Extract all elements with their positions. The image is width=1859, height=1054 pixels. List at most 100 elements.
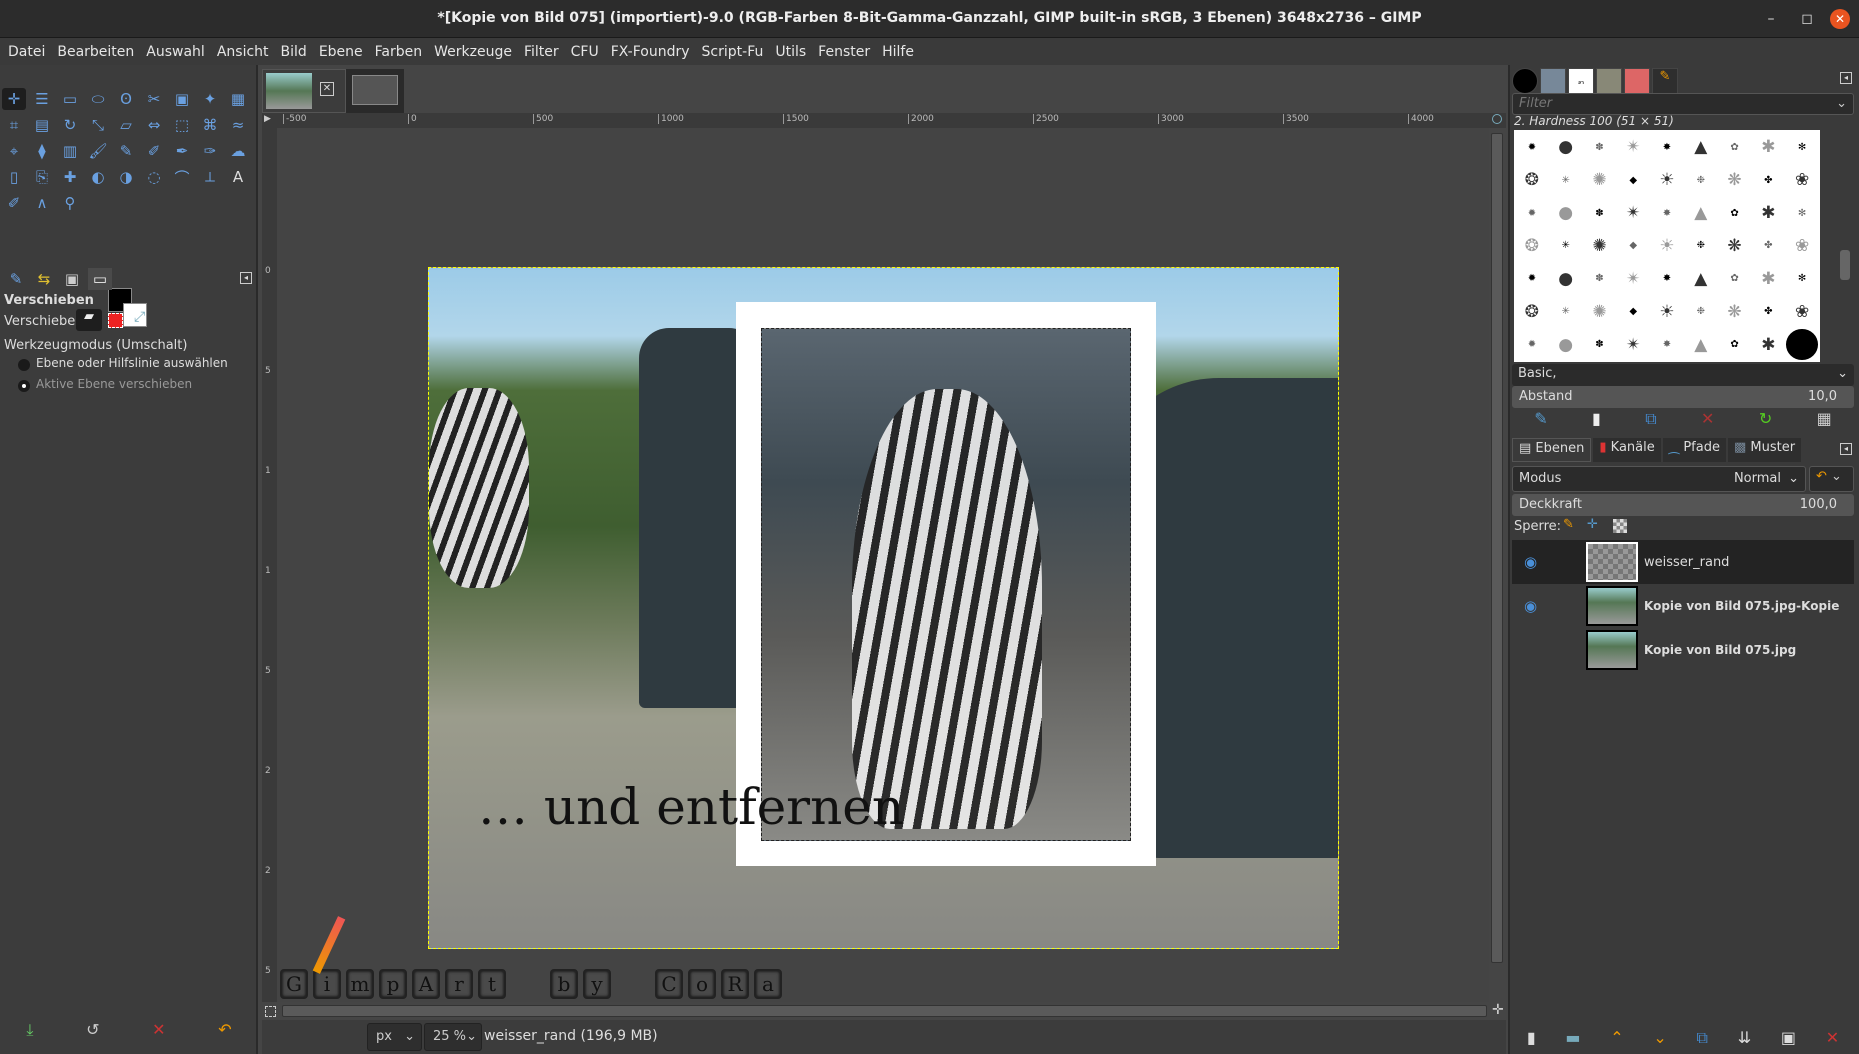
brush-preset[interactable]: ❀	[1786, 230, 1818, 262]
brushes-tab-icon[interactable]	[1512, 68, 1538, 94]
refresh-brushes-icon[interactable]: ↻	[1759, 409, 1772, 429]
lock-alpha-icon[interactable]	[1613, 519, 1627, 533]
ellipse-select-tool-icon[interactable]: ⬭	[86, 88, 110, 110]
menu-ansicht[interactable]: Ansicht	[217, 44, 269, 60]
menu-farben[interactable]: Farben	[375, 44, 422, 60]
measure-tool-icon[interactable]: ⟂	[198, 166, 222, 188]
dodge-tool-icon[interactable]: ◑	[114, 166, 138, 188]
brush-preset[interactable]: ●	[1549, 132, 1582, 163]
patterns-tab-icon[interactable]	[1540, 68, 1566, 94]
open-brush-as-image-icon[interactable]: ▦	[1817, 409, 1832, 429]
maximize-button[interactable]: ◻	[1797, 9, 1817, 29]
brush-preset[interactable]: ❋	[1718, 296, 1751, 328]
blur-tool-icon[interactable]: ◌	[142, 166, 166, 188]
gradients-tab-icon[interactable]	[1596, 68, 1622, 94]
align-tool-icon[interactable]: ☰	[30, 88, 54, 110]
color-select-tool-icon[interactable]: ▦	[226, 88, 250, 110]
zoom-select[interactable]: 25 % ⌄	[424, 1023, 482, 1051]
raise-layer-icon[interactable]: ⌃	[1610, 1028, 1623, 1048]
composite-mode-select[interactable]: ↶ ⌄	[1809, 466, 1854, 492]
brush-preset[interactable]: ◆	[1617, 164, 1650, 196]
fonts-tab-icon[interactable]: ᆰ	[1568, 68, 1594, 94]
brush-preset[interactable]: ✸	[1651, 197, 1683, 229]
navigate-icon[interactable]: ✛	[1492, 1002, 1504, 1018]
lock-pixels-icon[interactable]: ✎	[1563, 517, 1574, 532]
brush-preset[interactable]: ▲	[1684, 132, 1717, 163]
brush-preset[interactable]: ❀	[1786, 164, 1818, 196]
layer-name[interactable]: Kopie von Bild 075.jpg	[1644, 643, 1796, 657]
airbrush-tool-icon[interactable]: ✐	[142, 140, 166, 162]
brush-preset[interactable]: ✴	[1617, 329, 1650, 360]
brush-preset[interactable]: ☀	[1651, 230, 1683, 262]
brush-preset[interactable]: ✽	[1583, 132, 1616, 163]
brush-grid-scrollbar[interactable]	[1840, 250, 1850, 280]
lock-position-icon[interactable]: ✛	[1587, 517, 1598, 532]
menu-script-fu[interactable]: Script-Fu	[702, 44, 764, 60]
horizontal-scrollbar[interactable]	[282, 1005, 1487, 1017]
brush-preset[interactable]: ✴	[1617, 132, 1650, 163]
opacity-slider[interactable]: Deckkraft 100,0	[1512, 494, 1854, 516]
edit-brush-icon[interactable]: ✎	[1534, 409, 1547, 429]
layer-name[interactable]: weisser_rand	[1644, 555, 1729, 570]
rotate-tool-icon[interactable]: ↻	[58, 114, 82, 136]
brush-preset[interactable]: ✹	[1516, 197, 1548, 229]
brush-preset[interactable]: ✽	[1583, 197, 1616, 229]
duplicate-brush-icon[interactable]: ⧉	[1645, 409, 1656, 429]
zoom-image-when-window-resized-icon[interactable]	[1492, 114, 1502, 124]
tab-pfade[interactable]: ⁔ Pfade	[1662, 438, 1726, 462]
brush-preset[interactable]: ☀	[1651, 296, 1683, 328]
text-tool-icon[interactable]: A	[226, 166, 250, 188]
brush-preset[interactable]: ●	[1549, 329, 1582, 360]
brush-preset[interactable]	[1786, 329, 1818, 360]
brush-preset[interactable]: ✺	[1583, 296, 1616, 328]
brush-preset[interactable]: ●	[1549, 263, 1582, 295]
duplicate-layer-icon[interactable]: ⧉	[1697, 1028, 1708, 1048]
foreground-select-tool-icon[interactable]: ▣	[170, 88, 194, 110]
shear-tool-icon[interactable]: ▱	[114, 114, 138, 136]
bucket-tool-icon[interactable]: ▥	[58, 140, 82, 162]
brush-preset[interactable]: ❉	[1684, 164, 1717, 196]
color-picker-tool-icon[interactable]: ✐	[2, 192, 26, 214]
path-tool-icon[interactable]: ⌒	[170, 166, 194, 188]
layer-name[interactable]: Kopie von Bild 075.jpg-Kopie	[1644, 599, 1839, 613]
delete-brush-icon[interactable]: ✕	[1701, 409, 1714, 429]
zoom-tool-icon[interactable]: ⚲	[58, 192, 82, 214]
menu-fenster[interactable]: Fenster	[818, 44, 870, 60]
menu-auswahl[interactable]: Auswahl	[146, 44, 205, 60]
brush-preset[interactable]: ✴	[1617, 263, 1650, 295]
handle-transform-tool-icon[interactable]: ⌖	[2, 140, 26, 162]
move-path-button[interactable]: ⤢	[134, 309, 145, 325]
image-tab-active[interactable]: ✕	[262, 69, 346, 113]
brush-preset[interactable]: ✿	[1718, 329, 1751, 360]
brush-preset[interactable]: ✳	[1549, 164, 1582, 196]
unit-select[interactable]: px ⌄	[367, 1023, 422, 1051]
brush-preset[interactable]: ✿	[1718, 197, 1751, 229]
brush-preset[interactable]: ✳	[1549, 296, 1582, 328]
radio-pick-layer-label[interactable]: Ebene oder Hilfslinie auswählen	[36, 356, 228, 370]
brush-preset[interactable]: ✤	[1752, 230, 1785, 262]
brush-preset[interactable]: ✸	[1651, 263, 1683, 295]
brush-filter-input[interactable]: Filter ⌄	[1512, 93, 1854, 115]
new-brush-icon[interactable]: ▮	[1592, 409, 1601, 429]
layer-row[interactable]: ◉ Kopie von Bild 075.jpg-Kopie	[1512, 584, 1854, 628]
vertical-scrollbar[interactable]	[1491, 133, 1503, 963]
brush-preset[interactable]: ✻	[1786, 132, 1818, 163]
panel-menu-icon[interactable]: ◂	[240, 272, 252, 284]
brush-preset[interactable]: ✱	[1752, 132, 1785, 163]
brush-tag-select[interactable]: Basic, ⌄	[1512, 364, 1854, 386]
fill-tool-icon[interactable]: ⧫	[30, 140, 54, 162]
brush-preset[interactable]: ✺	[1583, 230, 1616, 262]
reset-tool-options-icon[interactable]: ↶	[218, 1020, 231, 1040]
brush-preset[interactable]: ✺	[1583, 164, 1616, 196]
menu-bild[interactable]: Bild	[281, 44, 307, 60]
move-selection-button[interactable]	[108, 313, 123, 328]
pencil-tool-icon[interactable]: ✎	[114, 140, 138, 162]
menu-werkzeuge[interactable]: Werkzeuge	[434, 44, 512, 60]
cage-tool-icon[interactable]: ⌘	[198, 114, 222, 136]
flip-tool-icon[interactable]: ⇔	[142, 114, 166, 136]
brush-preset[interactable]: ❀	[1786, 296, 1818, 328]
layer-mode-select[interactable]: Modus Normal ⌄	[1512, 466, 1806, 492]
new-layer-group-icon[interactable]: ▬	[1565, 1028, 1580, 1048]
menu-ebene[interactable]: Ebene	[319, 44, 363, 60]
new-layer-icon[interactable]: ▮	[1527, 1028, 1536, 1048]
